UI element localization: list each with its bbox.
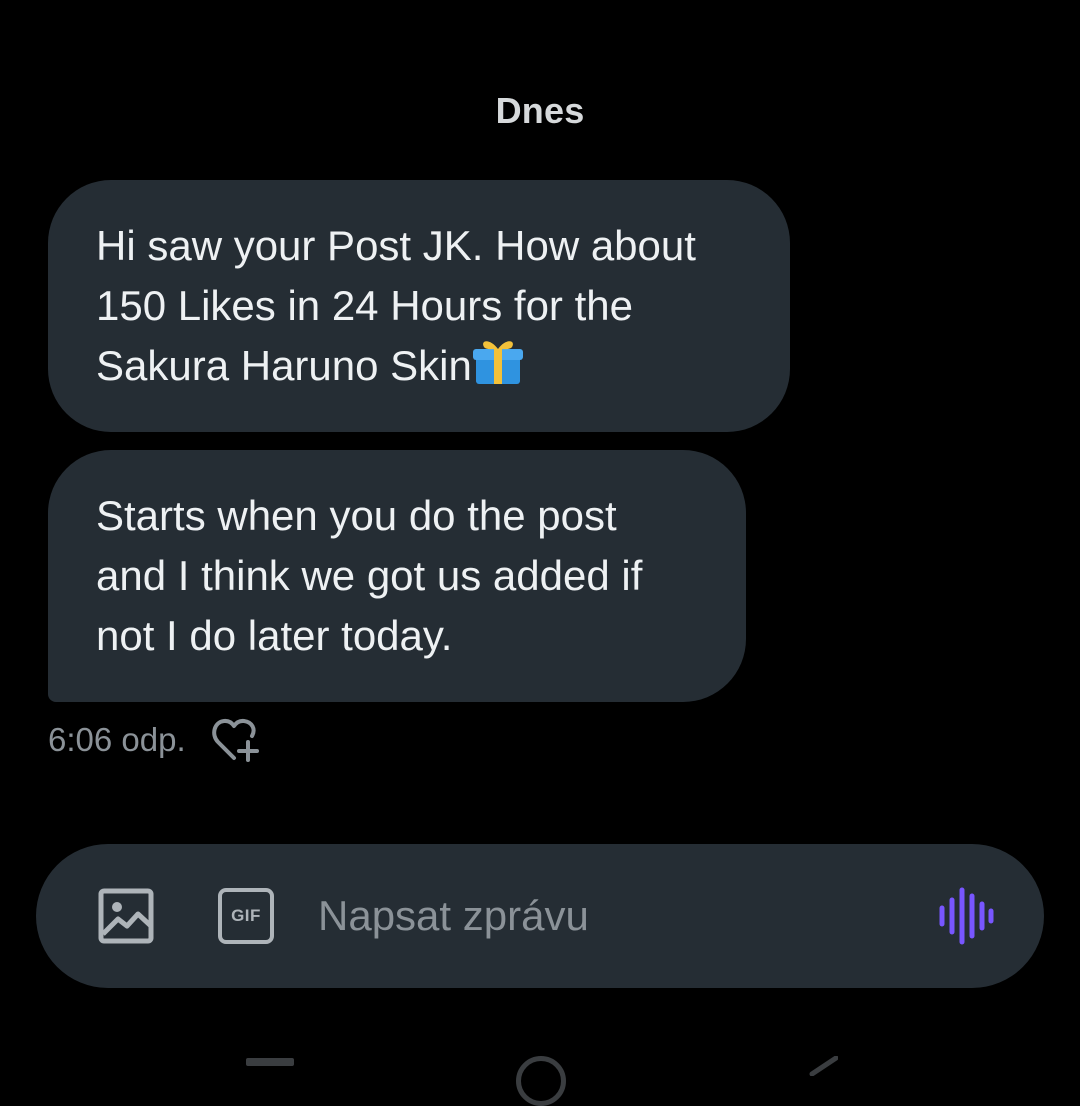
message-meta: 6:06 odp. [48,712,262,768]
message-line: Sakura Haruno Skin [96,336,742,396]
message-line: and I think we got us added if [96,552,643,599]
home-icon[interactable] [516,1056,566,1106]
message-line: not I do later today. [96,612,453,659]
message-text: Sakura Haruno Skin [96,342,472,389]
gif-button[interactable]: GIF [218,888,274,944]
image-icon[interactable] [98,888,154,944]
heart-plus-icon[interactable] [210,716,262,764]
recents-icon[interactable] [246,1058,294,1066]
voice-waveform-icon[interactable] [936,886,996,946]
system-navbar [0,1040,1080,1106]
gift-emoji-icon [472,341,523,384]
date-divider: Dnes [495,90,585,131]
message-line: 150 Likes in 24 Hours for the [96,282,633,329]
message-line: Starts when you do the post [96,492,617,539]
message-input[interactable] [318,880,898,952]
message-timestamp: 6:06 odp. [48,721,186,758]
back-icon[interactable] [808,1056,838,1076]
message-bubble[interactable]: Starts when you do the post and I think … [48,450,746,702]
message-bubble[interactable]: Hi saw your Post JK. How about 150 Likes… [48,180,790,432]
message-composer: GIF [36,844,1044,988]
message-line: Hi saw your Post JK. How about [96,222,696,269]
